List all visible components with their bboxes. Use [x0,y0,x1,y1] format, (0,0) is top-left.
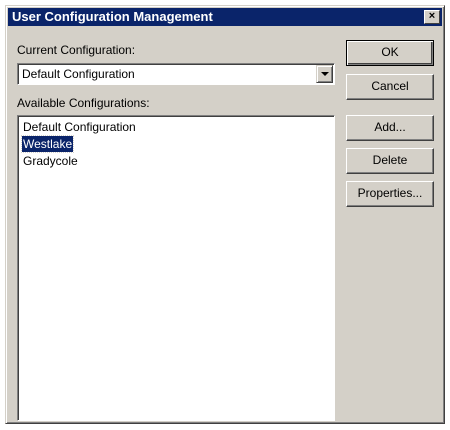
available-configurations-label: Available Configurations: [17,96,150,110]
dialog-window: User Configuration Management × Current … [5,5,445,424]
current-configuration-dropdown[interactable]: Default Configuration [17,63,335,85]
title-bar[interactable]: User Configuration Management × [8,8,442,26]
properties-button[interactable]: Properties... [346,181,434,207]
delete-button[interactable]: Delete [346,148,434,174]
cancel-button[interactable]: Cancel [346,74,434,100]
current-configuration-label: Current Configuration: [17,43,136,57]
list-item-westlake[interactable]: Westlake [20,135,75,153]
close-button[interactable]: × [424,10,440,24]
list-item-default-configuration[interactable]: Default Configuration [22,119,137,135]
ok-button[interactable]: OK [346,40,434,66]
add-button[interactable]: Add... [346,115,434,141]
list-item-gradycole[interactable]: Gradycole [22,153,79,169]
dropdown-button[interactable] [316,65,333,83]
available-configurations-list[interactable]: Default Configuration Westlake Gradycole [17,115,335,421]
window-title: User Configuration Management [12,9,213,24]
current-configuration-value: Default Configuration [22,67,135,81]
close-icon: × [428,10,436,22]
chevron-down-icon [321,72,329,76]
